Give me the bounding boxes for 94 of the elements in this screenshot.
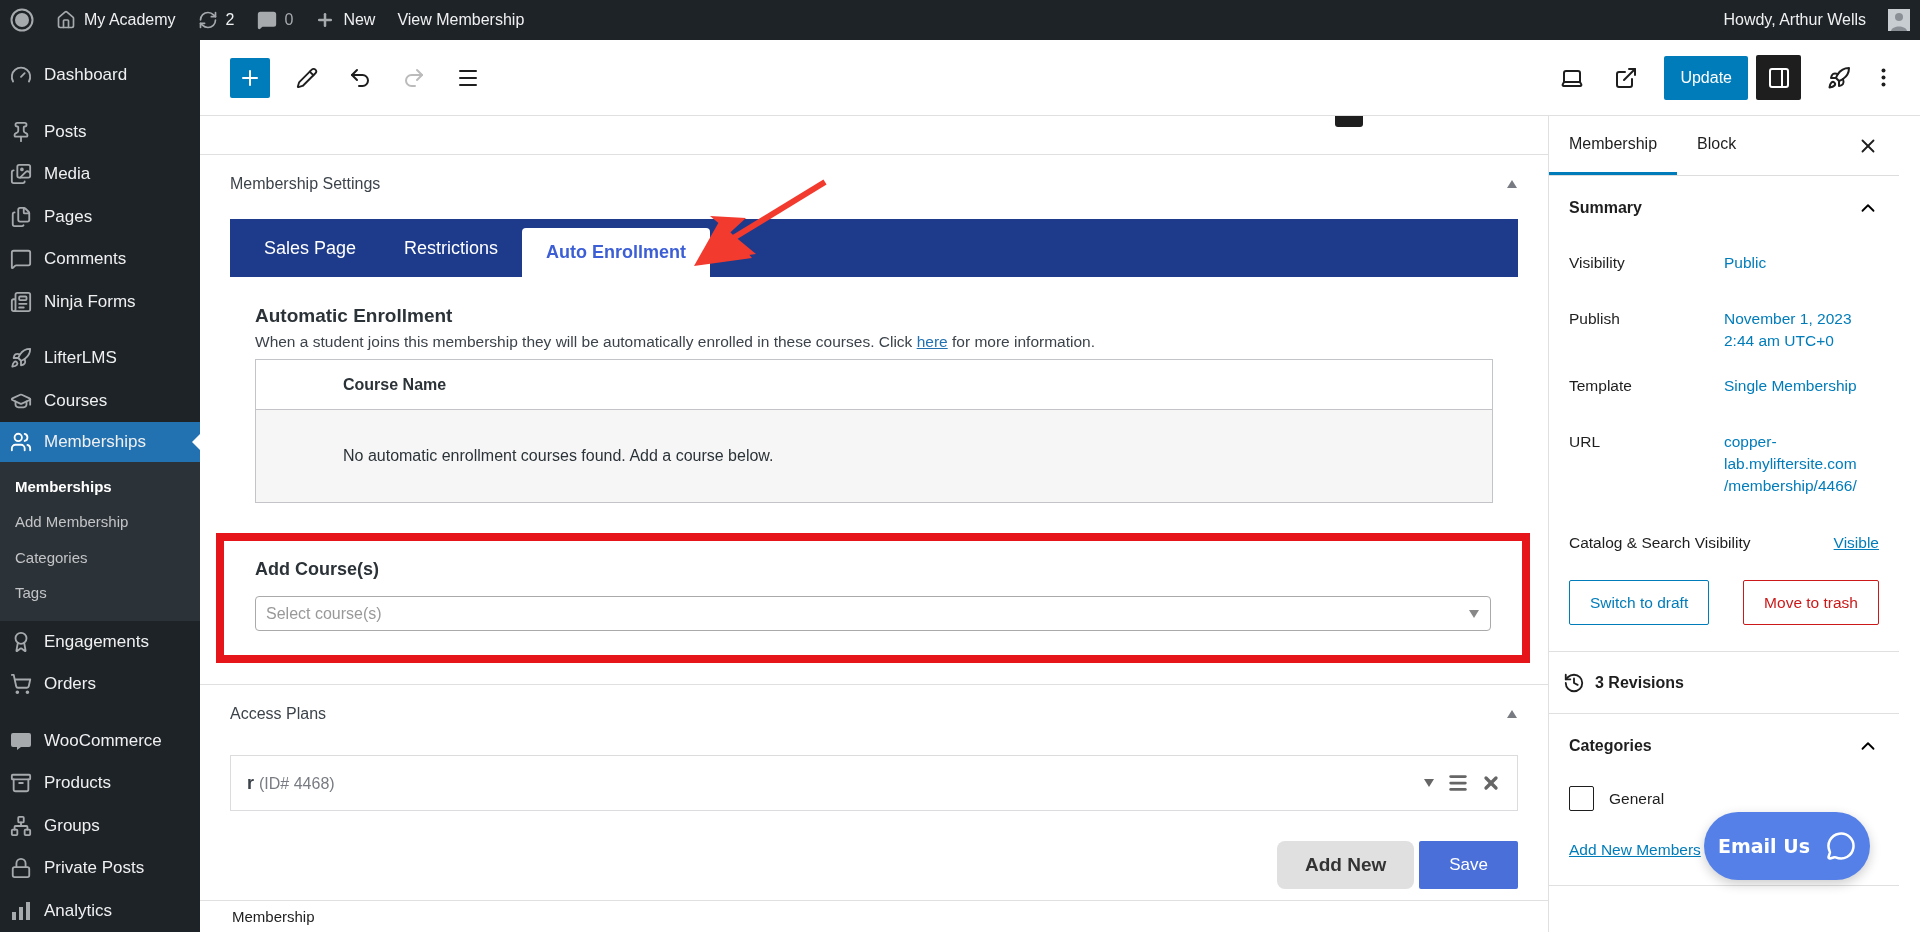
setting-label: URL (1569, 432, 1601, 452)
menu-pointer (192, 434, 200, 450)
refresh-icon (197, 10, 218, 30)
submenu-item[interactable]: Tags (0, 575, 200, 611)
sidebar-item[interactable]: LifterLMS (0, 337, 200, 380)
close-icon[interactable] (1481, 773, 1501, 793)
account-link[interactable]: Howdy, Arthur Wells (1723, 11, 1866, 29)
lock-icon (10, 857, 32, 880)
network-icon (10, 814, 32, 837)
setting-label: Visibility (1569, 253, 1626, 272)
info-link[interactable]: here (916, 333, 948, 350)
panel-heading: Summary (1569, 199, 1642, 217)
dropdown-icon (1468, 608, 1480, 619)
rocket-icon (10, 347, 32, 370)
expand-icon[interactable] (1423, 778, 1435, 788)
view-membership-link[interactable]: View Membership (397, 11, 525, 29)
comment-icon (10, 248, 32, 271)
updates-link[interactable]: 2 (197, 10, 235, 30)
setting-label: Template (1569, 376, 1633, 396)
setting-label: Catalog & Search Visibility (1569, 533, 1751, 554)
add-new-button[interactable]: Add New (1276, 841, 1415, 889)
submenu-item[interactable]: Memberships (0, 468, 200, 505)
external-link-icon (1614, 65, 1639, 90)
setting-link[interactable]: Visible (1833, 532, 1879, 555)
section-title: Membership Settings (230, 175, 381, 193)
site-link[interactable]: My Academy (56, 10, 176, 30)
update-button[interactable]: Update (1664, 55, 1748, 100)
sidebar-item[interactable]: Private Posts (0, 847, 200, 890)
sidebar-item[interactable]: Comments (0, 238, 200, 281)
plan-row[interactable]: r (ID# 4468) (230, 755, 1518, 811)
save-button[interactable]: Save (1419, 841, 1518, 889)
setting-link[interactable]: copper-lab.myliftersite.com/membership/4466/ (1724, 431, 1874, 497)
sidebar-item[interactable]: WooCommerce (0, 719, 200, 763)
description: When a student joins this membership they will be automatically enrolled in these courses. Click here for more information. (255, 333, 1096, 351)
sidebar-item[interactable]: Ninja Forms (0, 280, 200, 323)
panel-tab[interactable]: Membership (1549, 116, 1678, 175)
history-icon (1563, 671, 1585, 694)
pages-icon (10, 205, 32, 228)
trash-button[interactable]: Move to trash (1743, 580, 1879, 626)
home-icon (56, 10, 76, 30)
users-icon (10, 430, 32, 453)
sidebar-item[interactable]: Dashboard (0, 54, 200, 97)
sidebar-item[interactable]: Courses (0, 379, 200, 422)
panel-heading: Categories (1569, 737, 1652, 756)
sidebar-item[interactable]: Products (0, 762, 200, 805)
tab[interactable]: Restrictions (380, 219, 523, 277)
tab[interactable]: Sales Page (240, 219, 381, 277)
sidebar-item[interactable]: Memberships (0, 422, 200, 462)
revisions-button[interactable]: 3 Revisions (1549, 652, 1899, 715)
pencil-icon (296, 66, 318, 89)
section-heading: Automatic Enrollment (255, 305, 454, 327)
sidebar-item[interactable]: Analytics (0, 889, 200, 932)
submenu-item[interactable]: Categories (0, 539, 200, 576)
sidebar-item[interactable]: Pages (0, 195, 200, 238)
rocket-icon (1827, 65, 1851, 90)
section-title: Access Plans (230, 705, 327, 723)
sidebar-icon (1766, 65, 1791, 90)
add-category-link[interactable]: Add New Members (1569, 841, 1701, 860)
collapse-icon[interactable] (1506, 709, 1518, 719)
sidebar-item[interactable]: Posts (0, 110, 200, 153)
settings-button[interactable] (1756, 55, 1801, 100)
sidebar-item[interactable]: Groups (0, 804, 200, 848)
chat-icon (1826, 831, 1856, 861)
setting-label: Publish (1569, 309, 1621, 328)
new-link[interactable]: New (315, 10, 376, 30)
setting-link[interactable]: November 1, 2023 2:44 am UTC+0 (1724, 308, 1874, 352)
panel-tab[interactable]: Block (1677, 116, 1757, 175)
column-header: Course Name (343, 375, 447, 394)
tab[interactable]: Auto Enrollment (522, 228, 711, 277)
more-icon (1881, 68, 1886, 87)
cart-icon (10, 673, 32, 696)
comment-icon (256, 10, 277, 30)
sidebar-item[interactable]: Engagements (0, 620, 200, 664)
checkbox[interactable] (1569, 786, 1594, 812)
add-block-button[interactable] (230, 57, 270, 98)
sidebar-item[interactable]: Orders (0, 663, 200, 706)
email-us-button[interactable]: Email Us (1704, 812, 1870, 880)
sidebar-item[interactable]: Media (0, 153, 200, 196)
drag-handle-icon[interactable] (1447, 772, 1469, 794)
breadcrumb[interactable]: Membership (232, 908, 315, 925)
setting-link[interactable]: Single Membership (1724, 375, 1874, 398)
collapse-icon[interactable] (1506, 179, 1518, 189)
archive-icon (10, 772, 32, 795)
form-icon (10, 290, 32, 313)
comments-link[interactable]: 0 (256, 10, 294, 30)
setting-link[interactable]: Public (1724, 252, 1874, 274)
empty-message: No automatic enrollment courses found. Add a course below. (343, 447, 774, 465)
field-label: Add Course(s) (255, 559, 380, 580)
draft-button[interactable]: Switch to draft (1569, 580, 1710, 626)
submenu-item[interactable]: Add Membership (0, 504, 200, 540)
plan-title: r (ID# 4468) (247, 772, 335, 794)
media-icon (10, 163, 32, 186)
checkbox-label: General (1609, 789, 1665, 808)
bar-chart-icon (10, 899, 32, 922)
